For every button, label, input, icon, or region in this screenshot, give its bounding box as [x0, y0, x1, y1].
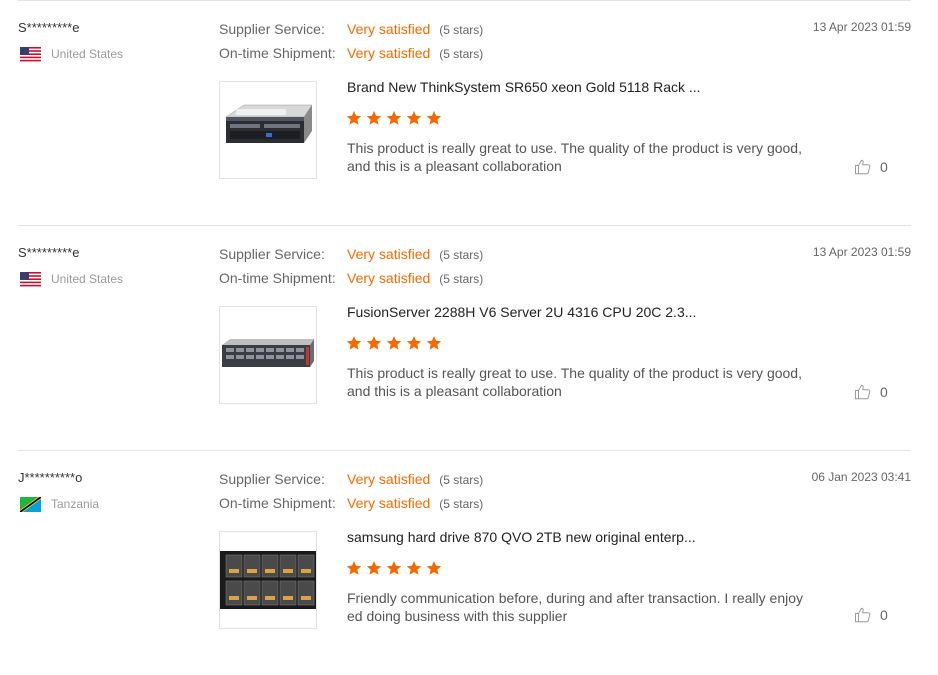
supplier-service-rating: Supplier Service: Very satisfied (5 star…	[219, 246, 483, 262]
buyer-country: United States	[20, 46, 123, 62]
star-icon	[426, 561, 442, 575]
star-icon	[406, 336, 422, 350]
review-date: 06 Jan 2023 03:41	[811, 470, 911, 484]
buyer-country: United States	[20, 271, 123, 287]
us-flag-icon	[20, 271, 41, 287]
shipment-rating: On-time Shipment: Very satisfied (5 star…	[219, 495, 483, 511]
product-title-link[interactable]: FusionServer 2288H V6 Server 2U 4316 CPU…	[347, 304, 696, 320]
buyer-name: S*********e	[18, 20, 80, 35]
review-text: This product is really great to use. The…	[347, 140, 802, 174]
rating-value: Very satisfied	[347, 495, 431, 511]
like-count: 0	[880, 384, 888, 400]
thumbs-up-icon	[855, 607, 871, 623]
product-title-link[interactable]: Brand New ThinkSystem SR650 xeon Gold 51…	[347, 79, 701, 95]
rating-stars-text: (5 stars)	[439, 23, 484, 37]
product-title-link[interactable]: samsung hard drive 870 QVO 2TB new origi…	[347, 529, 696, 545]
product-thumbnail[interactable]	[219, 306, 317, 404]
product-thumbnail[interactable]	[219, 81, 317, 179]
star-icon	[366, 111, 382, 125]
star-icon	[386, 561, 402, 575]
ssd-boxes-image-icon	[220, 551, 316, 609]
rating-stars-text: (5 stars)	[439, 272, 484, 286]
star-rating	[346, 335, 442, 351]
supplier-service-rating: Supplier Service: Very satisfied (5 star…	[219, 471, 483, 487]
shipment-rating: On-time Shipment: Very satisfied (5 star…	[219, 45, 483, 61]
review-item: J**********o Tanzania Supplier Service: …	[18, 450, 911, 675]
rating-label: On-time Shipment:	[219, 495, 336, 511]
rating-stars-text: (5 stars)	[439, 248, 484, 262]
star-icon	[366, 336, 382, 350]
rating-label: On-time Shipment:	[219, 270, 336, 286]
review-date: 13 Apr 2023 01:59	[812, 20, 911, 34]
rating-stars-text: (5 stars)	[439, 497, 484, 511]
star-icon	[406, 111, 422, 125]
like-count: 0	[880, 159, 888, 175]
buyer-name: J**********o	[18, 470, 83, 485]
star-icon	[386, 111, 402, 125]
rating-value: Very satisfied	[347, 21, 431, 37]
review-item: S*********e United States Supplier Servi…	[18, 225, 911, 450]
buyer-name: S*********e	[18, 245, 80, 260]
us-flag-icon	[20, 46, 41, 62]
tanzania-flag-icon	[20, 496, 41, 512]
country-name: United States	[51, 47, 124, 61]
rating-label: On-time Shipment:	[219, 45, 336, 61]
server-image-icon	[225, 104, 313, 143]
supplier-service-rating: Supplier Service: Very satisfied (5 star…	[219, 21, 483, 37]
rating-value: Very satisfied	[347, 45, 431, 61]
review-date: 13 Apr 2023 01:59	[812, 245, 911, 259]
rating-label: Supplier Service:	[219, 246, 325, 262]
rating-value: Very satisfied	[347, 246, 431, 262]
like-count: 0	[880, 607, 888, 623]
country-name: Tanzania	[51, 497, 100, 511]
rating-stars-text: (5 stars)	[439, 47, 484, 61]
country-name: United States	[51, 272, 124, 286]
star-icon	[426, 111, 442, 125]
like-button[interactable]: 0	[854, 383, 888, 401]
star-icon	[346, 336, 362, 350]
buyer-country: Tanzania	[20, 496, 99, 512]
star-icon	[366, 561, 382, 575]
star-icon	[346, 111, 362, 125]
star-icon	[386, 336, 402, 350]
star-rating	[346, 560, 442, 576]
shipment-rating: On-time Shipment: Very satisfied (5 star…	[219, 270, 483, 286]
star-icon	[346, 561, 362, 575]
star-rating	[346, 110, 442, 126]
like-button[interactable]: 0	[854, 158, 888, 176]
star-icon	[406, 561, 422, 575]
rating-label: Supplier Service:	[219, 21, 325, 37]
like-button[interactable]: 0	[854, 606, 888, 624]
rating-value: Very satisfied	[347, 270, 431, 286]
product-thumbnail[interactable]	[219, 531, 317, 629]
thumbs-up-icon	[855, 159, 871, 175]
server-image-icon	[222, 339, 314, 367]
star-icon	[426, 336, 442, 350]
review-text: Friendly communication before, during an…	[347, 590, 804, 624]
rating-stars-text: (5 stars)	[439, 473, 484, 487]
review-item: S*********e United States Supplier Servi…	[18, 0, 911, 225]
thumbs-up-icon	[855, 384, 871, 400]
rating-value: Very satisfied	[347, 471, 431, 487]
rating-label: Supplier Service:	[219, 471, 325, 487]
review-text: This product is really great to use. The…	[347, 365, 802, 399]
